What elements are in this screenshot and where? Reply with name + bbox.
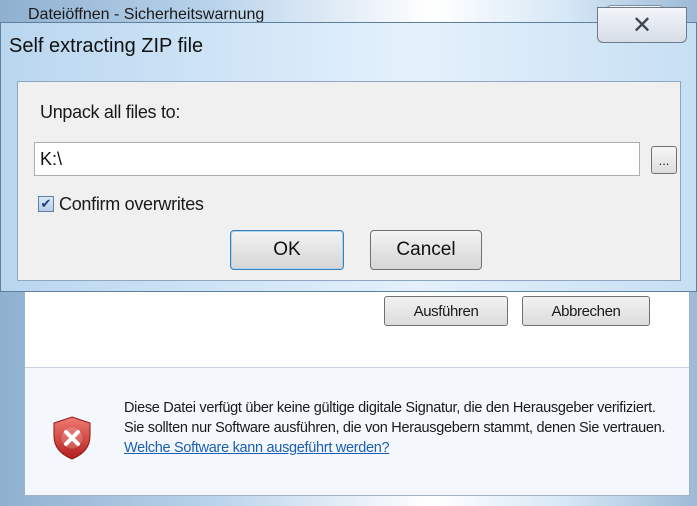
which-software-link[interactable]: Welche Software kann ausgeführt werden? <box>124 440 390 456</box>
checkmark-icon: ✔ <box>40 196 52 211</box>
cancel-button[interactable]: Cancel <box>370 230 482 270</box>
run-button[interactable]: Ausführen <box>384 296 508 326</box>
signature-warning-message: Diese Datei verfügt über keine gültige d… <box>124 400 666 436</box>
ok-button[interactable]: OK <box>230 230 344 270</box>
signature-warning-text: Diese Datei verfügt über keine gültige d… <box>124 398 674 458</box>
shield-error-icon <box>53 416 91 460</box>
confirm-overwrites-checkbox[interactable]: ✔ <box>38 196 54 212</box>
close-icon: ✕ <box>631 11 653 39</box>
abort-button[interactable]: Abbrechen <box>522 296 650 326</box>
dialog-client-area: Unpack all files to: ... ✔ Confirm overw… <box>17 81 681 281</box>
unpack-label: Unpack all files to: <box>40 102 181 122</box>
confirm-overwrites-label[interactable]: Confirm overwrites <box>59 194 204 215</box>
browse-button[interactable]: ... <box>651 146 677 174</box>
dialog-title: Self extracting ZIP file <box>9 35 204 57</box>
destination-path-input[interactable] <box>34 142 640 176</box>
confirm-overwrites-row[interactable]: ✔ Confirm overwrites <box>38 192 204 216</box>
screen: Dateiöffnen - Sicherheitswarnung Ausführ… <box>0 0 697 506</box>
zip-extract-dialog: Self extracting ZIP file ✕ Unpack all fi… <box>0 7 697 292</box>
close-button[interactable]: ✕ <box>597 7 687 43</box>
